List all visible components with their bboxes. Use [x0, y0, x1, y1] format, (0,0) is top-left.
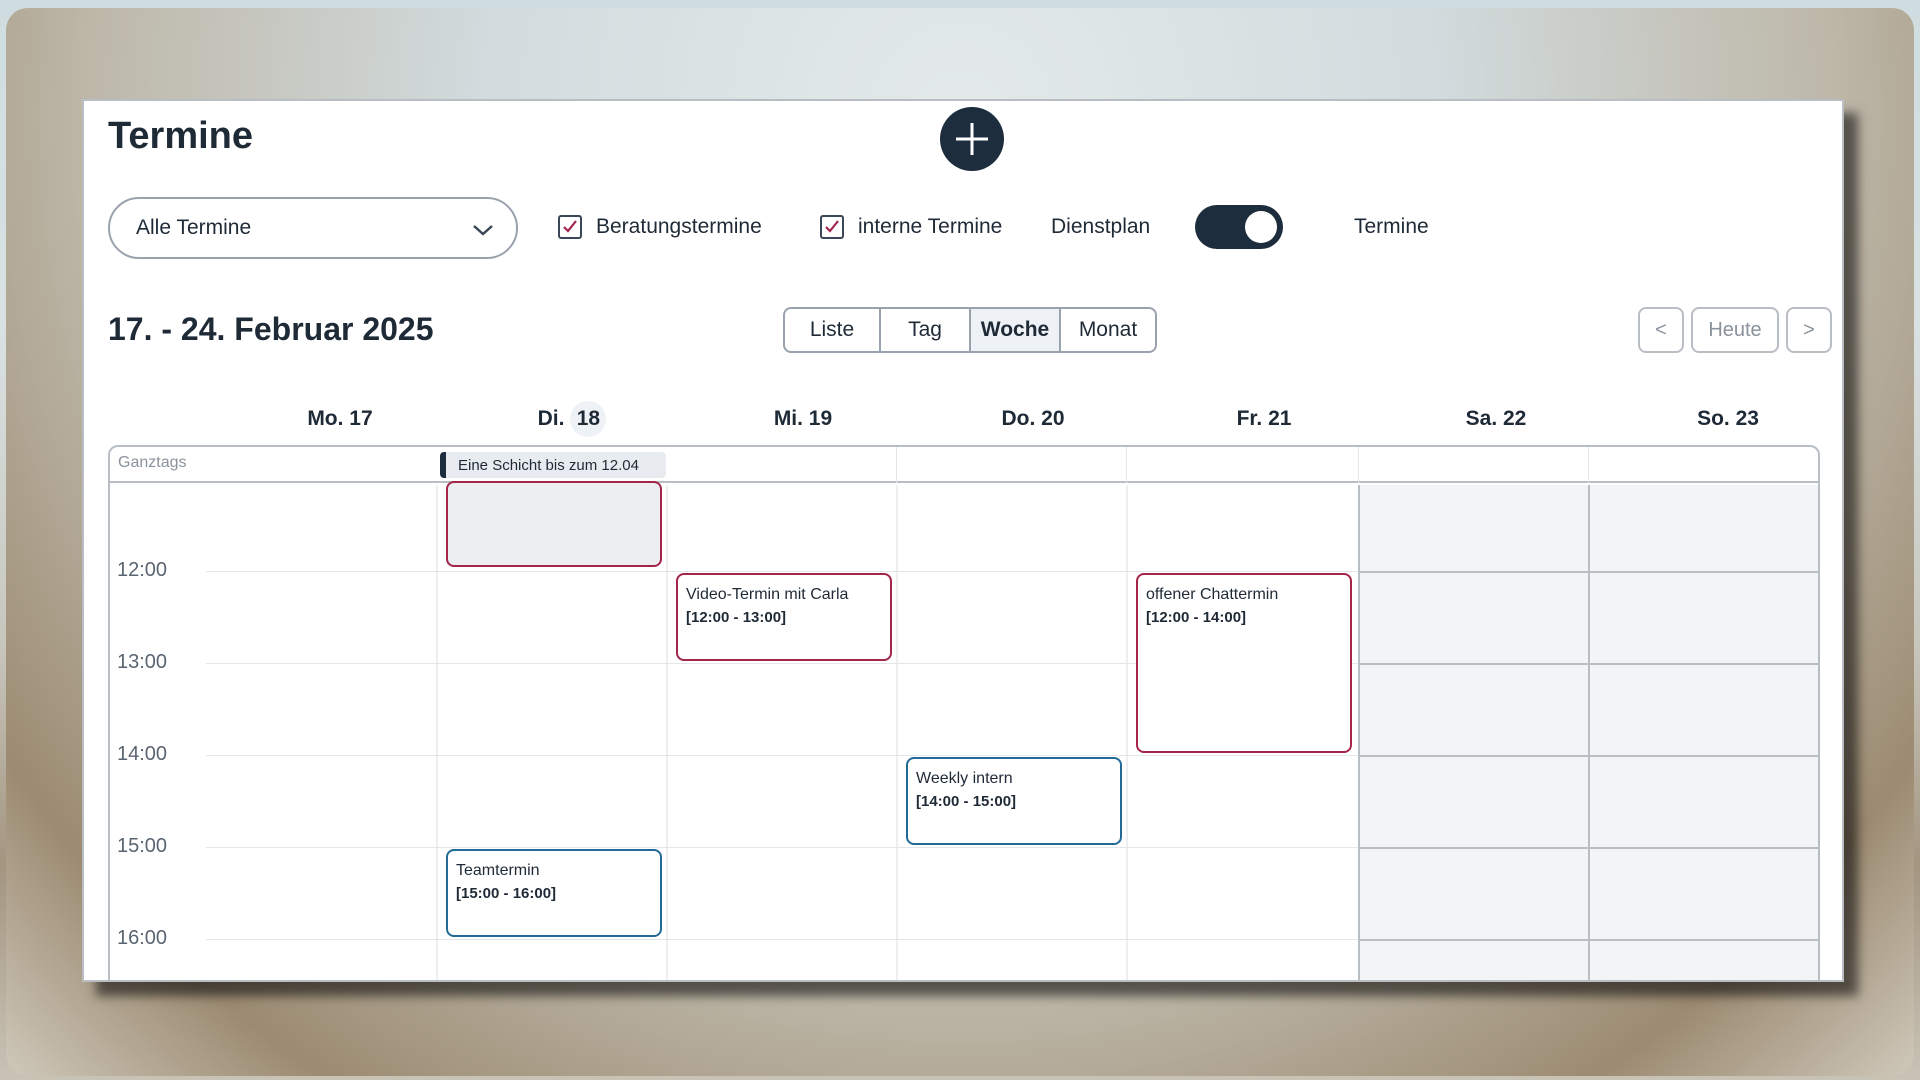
day-header-di: Di. 18 — [456, 401, 688, 437]
event-title: Video-Termin mit Carla — [686, 586, 849, 603]
event-block-partial[interactable] — [446, 481, 662, 567]
checkbox-interne-termine[interactable]: interne Termine — [820, 215, 1002, 239]
week-grid: Ganztags Eine Schicht bis zum 12.04 12:0… — [108, 445, 1820, 980]
appointment-filter-select[interactable]: Alle Termine — [108, 197, 518, 259]
filter-bar: Alle Termine Beratungstermine interne Te… — [108, 197, 1808, 259]
hour-label: 13:00 — [117, 651, 168, 673]
checkbox-checked-icon — [820, 215, 844, 239]
weekend-column-so — [1588, 485, 1818, 980]
checkbox-beratungstermine[interactable]: Beratungstermine — [558, 215, 762, 239]
calendar-window: Termine Alle Termine Beratungstermine in… — [82, 99, 1844, 982]
tab-liste[interactable]: Liste — [785, 309, 881, 351]
day-header-mo: Mo. 17 — [307, 407, 373, 430]
event-weekly-intern[interactable]: Weekly intern [14:00 - 15:00] — [906, 757, 1122, 845]
day-header-fr: Fr. 21 — [1236, 407, 1292, 430]
checkbox-label: Beratungstermine — [596, 215, 762, 238]
event-time: [12:00 - 13:00] — [686, 609, 787, 626]
allday-row: Ganztags Eine Schicht bis zum 12.04 — [110, 447, 1818, 483]
event-time: [15:00 - 16:00] — [456, 885, 557, 902]
today-button[interactable]: Heute — [1691, 307, 1779, 353]
day-header-mi: Mi. 19 — [773, 407, 833, 430]
tab-tag[interactable]: Tag — [881, 309, 971, 351]
event-title: Teamtermin — [456, 862, 540, 879]
next-week-button[interactable]: > — [1786, 307, 1832, 353]
allday-event-schicht[interactable]: Eine Schicht bis zum 12.04 — [440, 452, 666, 478]
hour-label: 12:00 — [117, 559, 168, 581]
tab-monat[interactable]: Monat — [1061, 309, 1155, 351]
page-title: Termine — [108, 115, 254, 157]
checkbox-checked-icon — [558, 215, 582, 239]
toggle-label-dienstplan: Dienstplan — [1051, 215, 1151, 238]
select-value: Alle Termine — [136, 216, 252, 239]
event-time: [14:00 - 15:00] — [916, 793, 1017, 810]
time-grid: 12:00 13:00 14:00 15:00 16:00 Video-Term… — [110, 481, 1818, 980]
day-header-do: Do. 20 — [1001, 407, 1065, 430]
tab-woche[interactable]: Woche — [971, 309, 1061, 351]
chevron-down-icon — [473, 225, 493, 236]
event-time: [12:00 - 14:00] — [1146, 609, 1247, 626]
event-teamtermin[interactable]: Teamtermin [15:00 - 16:00] — [446, 849, 662, 937]
hour-label: 15:00 — [117, 835, 168, 857]
checkbox-label: interne Termine — [858, 215, 1003, 238]
event-video-termin[interactable]: Video-Termin mit Carla [12:00 - 13:00] — [676, 573, 892, 661]
hour-label: 16:00 — [117, 927, 168, 949]
weekend-column-sa — [1358, 485, 1588, 980]
toggle-knob — [1245, 211, 1277, 243]
today-indicator: 18 — [570, 401, 607, 437]
view-switcher: Liste Tag Woche Monat — [783, 307, 1157, 353]
day-header-so: So. 23 — [1697, 407, 1759, 430]
hour-label: 14:00 — [117, 743, 168, 765]
toggle-label-termine: Termine — [1354, 215, 1429, 238]
allday-label: Ganztags — [118, 454, 187, 471]
plus-icon — [956, 123, 988, 155]
prev-week-button[interactable]: < — [1638, 307, 1684, 353]
day-header-di-label: Di. — [537, 407, 565, 430]
event-title: Weekly intern — [916, 770, 1013, 787]
dienstplan-termine-toggle[interactable] — [1195, 205, 1283, 249]
event-offener-chattermin[interactable]: offener Chattermin [12:00 - 14:00] — [1136, 573, 1352, 753]
add-appointment-button[interactable] — [940, 107, 1004, 171]
date-range-title: 17. - 24. Februar 2025 — [108, 311, 434, 347]
day-header-sa: Sa. 22 — [1465, 407, 1527, 430]
event-title: offener Chattermin — [1146, 586, 1279, 603]
